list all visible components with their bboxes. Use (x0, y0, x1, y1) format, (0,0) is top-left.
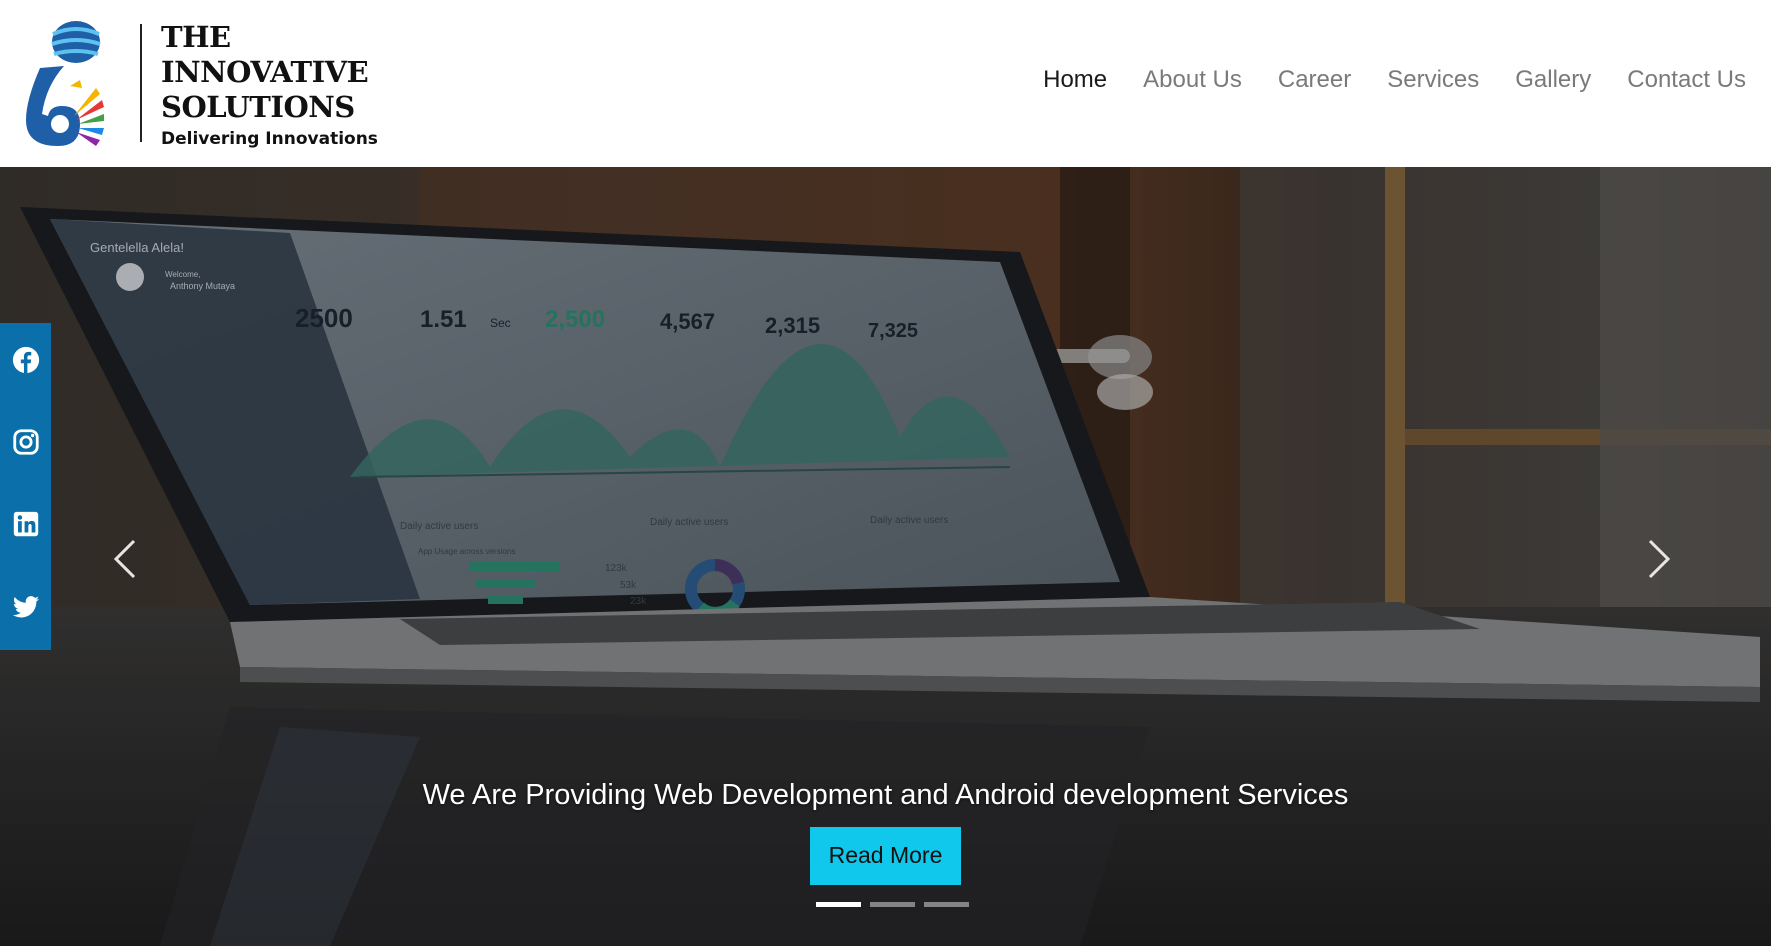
twitter-icon (12, 596, 39, 618)
twitter-link[interactable] (8, 588, 44, 624)
carousel-indicator-2[interactable] (870, 902, 915, 907)
brand-name-line: SOLUTIONS (161, 90, 355, 124)
linkedin-link[interactable] (8, 506, 44, 542)
nav-item-gallery[interactable]: Gallery (1515, 66, 1591, 94)
facebook-icon (12, 346, 39, 374)
nav-item-home[interactable]: Home (1043, 66, 1107, 94)
instagram-link[interactable] (8, 424, 44, 460)
linkedin-icon (13, 511, 38, 537)
hero-caption: We Are Providing Web Development and And… (0, 779, 1771, 885)
globe-peacock-logo-icon (26, 21, 104, 146)
brand-name-line: INNOVATIVE (161, 55, 369, 89)
logo-divider (140, 24, 142, 142)
chevron-left-icon[interactable] (106, 529, 146, 589)
facebook-link[interactable] (8, 342, 44, 378)
instagram-icon (12, 429, 39, 455)
nav-item-about-us[interactable]: About Us (1143, 66, 1242, 94)
carousel-indicator-1[interactable] (816, 902, 861, 907)
brand-logo[interactable]: THE INNOVATIVE SOLUTIONS Delivering Inno… (20, 20, 380, 150)
brand-name-line: THE (161, 20, 231, 54)
social-sidebar (0, 323, 51, 650)
carousel-indicators (816, 902, 969, 907)
read-more-button[interactable]: Read More (809, 827, 962, 885)
main-nav: Home About Us Career Services Gallery Co… (1043, 66, 1746, 94)
hero-caption-text: We Are Providing Web Development and And… (422, 779, 1349, 811)
brand-text: THE INNOVATIVE SOLUTIONS Delivering Inno… (161, 20, 378, 149)
chevron-right-icon[interactable] (1638, 529, 1678, 589)
nav-item-services[interactable]: Services (1387, 66, 1479, 94)
site-header: THE INNOVATIVE SOLUTIONS Delivering Inno… (0, 0, 1771, 167)
nav-item-contact-us[interactable]: Contact Us (1627, 66, 1746, 94)
carousel-indicator-3[interactable] (924, 902, 969, 907)
hero-carousel: 2500 1.51 Sec 2,500 4,567 2,315 7,325 Ge… (0, 167, 1771, 946)
brand-tagline: Delivering Innovations (161, 129, 378, 149)
nav-item-career[interactable]: Career (1278, 66, 1351, 94)
